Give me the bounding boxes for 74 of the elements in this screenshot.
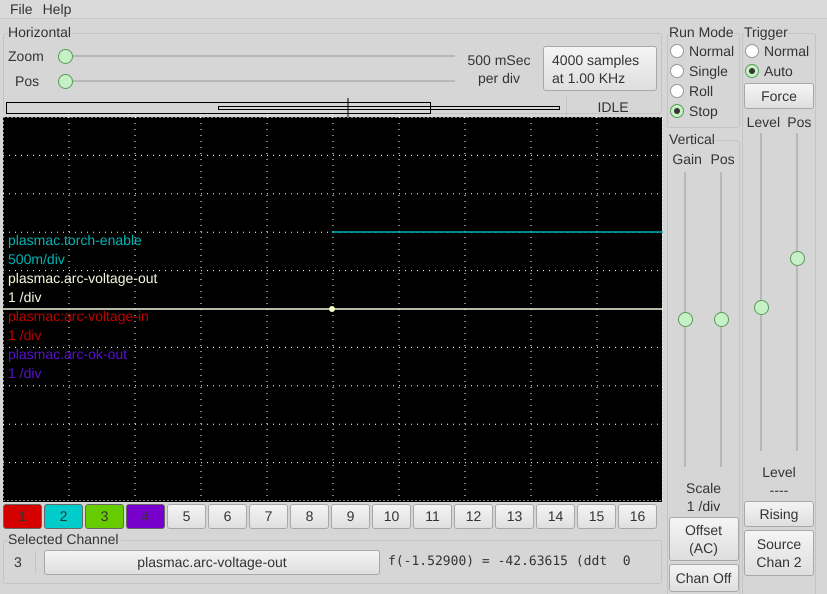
channel-button[interactable]: 15 [577, 504, 616, 529]
slider-label: Zoom [8, 46, 45, 66]
group-title: Horizontal [8, 24, 74, 40]
menu-item[interactable]: File [10, 0, 33, 20]
channel-button[interactable]: 12 [454, 504, 493, 529]
radio-option[interactable]: Normal [670, 41, 739, 61]
slider-thumb[interactable] [678, 312, 694, 327]
radio-button[interactable] [670, 44, 684, 58]
group-title: Vertical [669, 131, 715, 147]
slider-label: Pos [710, 150, 735, 168]
slider-thumb[interactable] [714, 312, 729, 327]
cursor-dot [329, 306, 335, 312]
channel-number: 3 [14, 552, 36, 572]
radio-button[interactable] [670, 104, 684, 118]
trace-scale: 1 /div [8, 326, 42, 345]
channel-button[interactable]: 10 [372, 504, 411, 529]
radio-label: Normal [764, 42, 810, 60]
channel-button[interactable]: 3 [85, 504, 124, 529]
radio-label: Normal [689, 42, 734, 60]
channel-button[interactable]: 6 [208, 504, 247, 529]
force-button[interactable]: Force [744, 83, 814, 109]
radio-option[interactable]: Auto [745, 61, 815, 81]
trace-scale: 1 /div [8, 364, 42, 383]
channel-button[interactable]: 9 [331, 504, 370, 529]
trace-scale: 1 /div [8, 288, 42, 307]
channel-button[interactable]: 13 [495, 504, 534, 529]
channel-name-button[interactable]: plasmac.arc-voltage-out [44, 550, 380, 574]
offset-button[interactable]: Offset (AC) [668, 517, 738, 561]
source-button[interactable]: Source Chan 2 [744, 530, 814, 576]
slider-thumb[interactable] [790, 251, 804, 266]
radio-label: Auto [764, 62, 793, 80]
channel-button[interactable]: 11 [413, 504, 452, 529]
samples-button[interactable]: 4000 samples at 1.00 KHz [543, 46, 657, 91]
radio-button[interactable] [745, 44, 759, 58]
radio-option[interactable]: Single [670, 61, 739, 81]
trace-name: plasmac.arc-ok-out [8, 345, 128, 364]
channel-button[interactable]: 2 [44, 504, 83, 529]
slider-thumb[interactable] [58, 74, 73, 88]
group-title: Run Mode [669, 24, 734, 40]
scale-title: Scale [686, 479, 722, 497]
trace-name: plasmac:arc-voltage-in [8, 307, 150, 326]
radio-option[interactable]: Roll [670, 81, 739, 101]
rising-button[interactable]: Rising [744, 501, 814, 527]
radio-button[interactable] [670, 64, 684, 78]
slider-label: Pos [787, 113, 812, 131]
slider-label: Gain [672, 150, 702, 168]
slider-thumb[interactable] [754, 300, 768, 315]
channel-button[interactable]: 5 [167, 504, 206, 529]
channel-button[interactable]: 14 [536, 504, 575, 529]
menu-item[interactable]: Help [42, 0, 72, 20]
trace-scale: 500m/div [8, 250, 66, 269]
radio-label: Roll [689, 82, 714, 100]
channel-button[interactable]: 7 [249, 504, 288, 529]
slider-label: Level [746, 113, 780, 131]
group-title: Selected Channel [8, 531, 121, 547]
radio-button[interactable] [670, 84, 684, 98]
level-value: ---- [770, 481, 788, 499]
channel-button[interactable]: 8 [290, 504, 329, 529]
timebase-label: 500 mSec per div [466, 50, 532, 86]
slider-thumb[interactable] [58, 48, 73, 64]
radio-label: Single [689, 62, 728, 81]
group-title: Trigger [744, 24, 788, 40]
level-title: Level [762, 463, 796, 481]
trace-name: plasmac.torch-enable [8, 231, 143, 250]
radio-button[interactable] [745, 64, 759, 78]
radio-label: Stop [689, 102, 718, 121]
chan-off-button[interactable]: Chan Off [668, 564, 738, 592]
radio-option[interactable]: Stop [670, 101, 739, 121]
readout-text: f(-1.52900) = -42.63615 (ddt 0 [388, 553, 631, 572]
trace-name: plasmac.arc-voltage-out [8, 269, 158, 288]
channel-button[interactable]: 16 [618, 504, 657, 529]
slider-label: Pos [14, 72, 40, 90]
radio-option[interactable]: Normal [745, 41, 815, 61]
scale-value: 1 /div [686, 497, 720, 515]
